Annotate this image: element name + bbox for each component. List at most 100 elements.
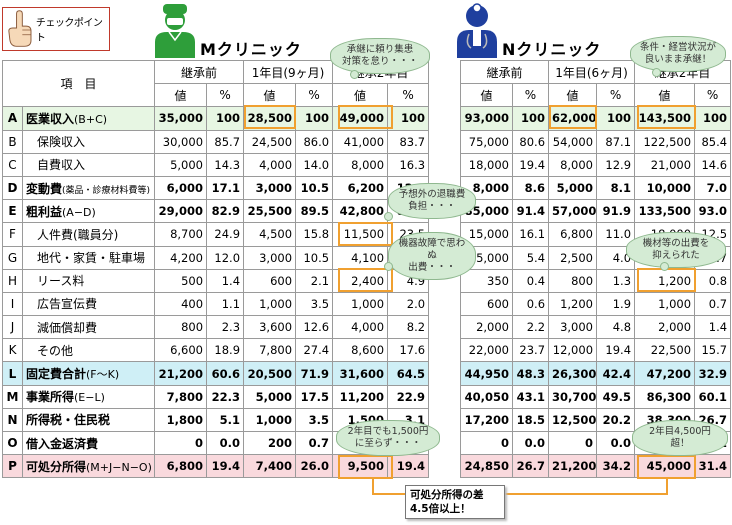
row-label-formula: (F〜K) [86, 368, 120, 382]
value-cell: 45,000 [634, 454, 696, 479]
percent-cell: 100 [511, 106, 550, 131]
value-cell: 7,800 [243, 338, 297, 363]
value-cell: 31,600 [332, 361, 389, 386]
percent-col-header: % [206, 83, 245, 108]
value-cell: 22,000 [460, 338, 513, 363]
percent-cell: 12.9 [596, 152, 636, 177]
value-cell: 5,000 [243, 384, 297, 409]
row-label-formula: (薬品・診療材料費等) [62, 185, 151, 196]
row-label: 医業収入(B+C) [21, 106, 156, 131]
value-cell: 93,000 [460, 106, 513, 131]
value-col-header: 値 [460, 83, 513, 108]
percent-cell: 31.4 [694, 454, 732, 479]
value-cell: 24,850 [460, 454, 513, 479]
value-col-header: 値 [634, 83, 696, 108]
row-letter: L [2, 361, 23, 386]
row-label: 借入金返済費 [21, 430, 156, 456]
row-letter: P [2, 454, 23, 479]
percent-cell: 8.1 [596, 175, 636, 201]
value-cell: 6,200 [332, 175, 389, 201]
percent-cell: 3.5 [295, 407, 334, 433]
callout-tail [660, 262, 669, 271]
value-cell: 26,300 [548, 361, 598, 386]
value-cell: 21,200 [154, 361, 208, 386]
value-cell: 0 [460, 430, 513, 456]
percent-col-header: % [511, 83, 550, 108]
row-label-text: 医業収入 [26, 111, 75, 126]
percent-col-header: % [295, 83, 334, 108]
callout-n-income: 2年目4,500円超！ [632, 420, 728, 456]
row-letter: A [2, 106, 23, 131]
value-cell: 24,500 [243, 129, 297, 154]
value-cell: 8,000 [332, 152, 389, 177]
percent-cell: 26.0 [295, 454, 334, 479]
m-period-header: 継承前 [154, 59, 245, 85]
value-cell: 5,000 [154, 152, 208, 177]
value-cell: 122,500 [634, 129, 696, 154]
percent-cell: 0.7 [694, 291, 732, 317]
value-cell: 6,800 [548, 222, 598, 247]
percent-cell: 14.3 [206, 152, 245, 177]
percent-cell: 14.6 [694, 152, 732, 177]
percent-cell: 0.7 [295, 430, 334, 456]
row-label-text: 減価償却費 [37, 320, 98, 335]
row-label: 減価償却費 [21, 315, 156, 340]
percent-col-header: % [596, 83, 636, 108]
table-row-m: M 事業所得(E−L) 7,800 22.3 5,000 17.5 11,200 22.9 [2, 384, 430, 409]
row-label: 自費収入 [21, 152, 156, 177]
percent-cell: 1.9 [596, 291, 636, 317]
percent-cell: 80.6 [511, 129, 550, 154]
value-cell: 1,000 [243, 291, 297, 317]
row-letter: O [2, 430, 23, 456]
percent-cell: 7.0 [694, 175, 732, 201]
checkpoint-badge: チェックポイント [2, 7, 110, 51]
value-cell: 35,000 [154, 106, 208, 131]
percent-cell: 19.4 [511, 152, 550, 177]
percent-cell: 0.4 [511, 268, 550, 293]
value-cell: 1,800 [154, 407, 208, 433]
callout-m-top: 承継に頼り集患 対策を怠り・・・ [330, 38, 430, 74]
table-row-e: E粗利益(A−D)29,00082.925,50089.542,80087.3 [2, 199, 430, 224]
percent-cell: 27.4 [295, 338, 334, 363]
row-label-text: 借入金返済費 [26, 436, 99, 451]
value-cell: 2,000 [634, 315, 696, 340]
percent-cell: 1.1 [206, 291, 245, 317]
value-cell: 1,000 [634, 291, 696, 317]
value-cell: 0 [154, 430, 208, 456]
table-row-i: 600 0.6 1,200 1.9 1,000 0.7 [460, 291, 732, 317]
n-period-header: 1年目(6ヶ月) [548, 59, 636, 85]
percent-cell: 5.4 [511, 245, 550, 270]
value-cell: 600 [243, 268, 297, 293]
row-label: 保険収入 [21, 129, 156, 154]
value-cell: 21,200 [548, 454, 598, 479]
percent-cell: 16.3 [387, 152, 430, 177]
row-label-text: 広告宣伝費 [37, 297, 98, 312]
table-row-b: 75,000 80.6 54,000 87.1 122,500 85.4 [460, 129, 732, 154]
percent-cell: 19.4 [387, 454, 430, 479]
row-letter: H [2, 268, 23, 293]
row-label: 固定費合計(F〜K) [21, 361, 156, 386]
value-cell: 143,500 [634, 106, 696, 131]
value-cell: 2,500 [548, 245, 598, 270]
value-cell: 49,000 [332, 106, 389, 131]
row-label-text: リース料 [37, 274, 85, 289]
callout-n-top: 条件・経営状況が 良いまま承継！ [630, 36, 726, 72]
percent-cell: 16.1 [511, 222, 550, 247]
percent-cell: 12.0 [206, 245, 245, 270]
row-letter: D [2, 175, 23, 201]
percent-cell: 22.3 [206, 384, 245, 409]
value-cell: 12,500 [548, 407, 598, 433]
percent-cell: 22.9 [387, 384, 430, 409]
row-letter: F [2, 222, 23, 247]
table-row-b: B 保険収入 30,000 85.7 24,500 86.0 41,000 83.7 [2, 129, 430, 154]
value-cell: 62,000 [548, 106, 598, 131]
percent-cell: 85.4 [694, 129, 732, 154]
value-cell: 4,000 [332, 315, 389, 340]
row-label-text: 所得税・住民税 [26, 413, 111, 428]
table-row-h: H リース料 500 1.4 600 2.1 2,400 4.9 [2, 268, 430, 293]
value-cell: 12,000 [548, 338, 598, 363]
value-col-header: 値 [154, 83, 208, 108]
table-row-m: 40,050 43.1 30,700 49.5 86,300 60.1 [460, 384, 732, 409]
percent-cell: 85.7 [206, 129, 245, 154]
table-row-p: 24,850 26.7 21,200 34.2 45,000 31.4 [460, 454, 732, 479]
